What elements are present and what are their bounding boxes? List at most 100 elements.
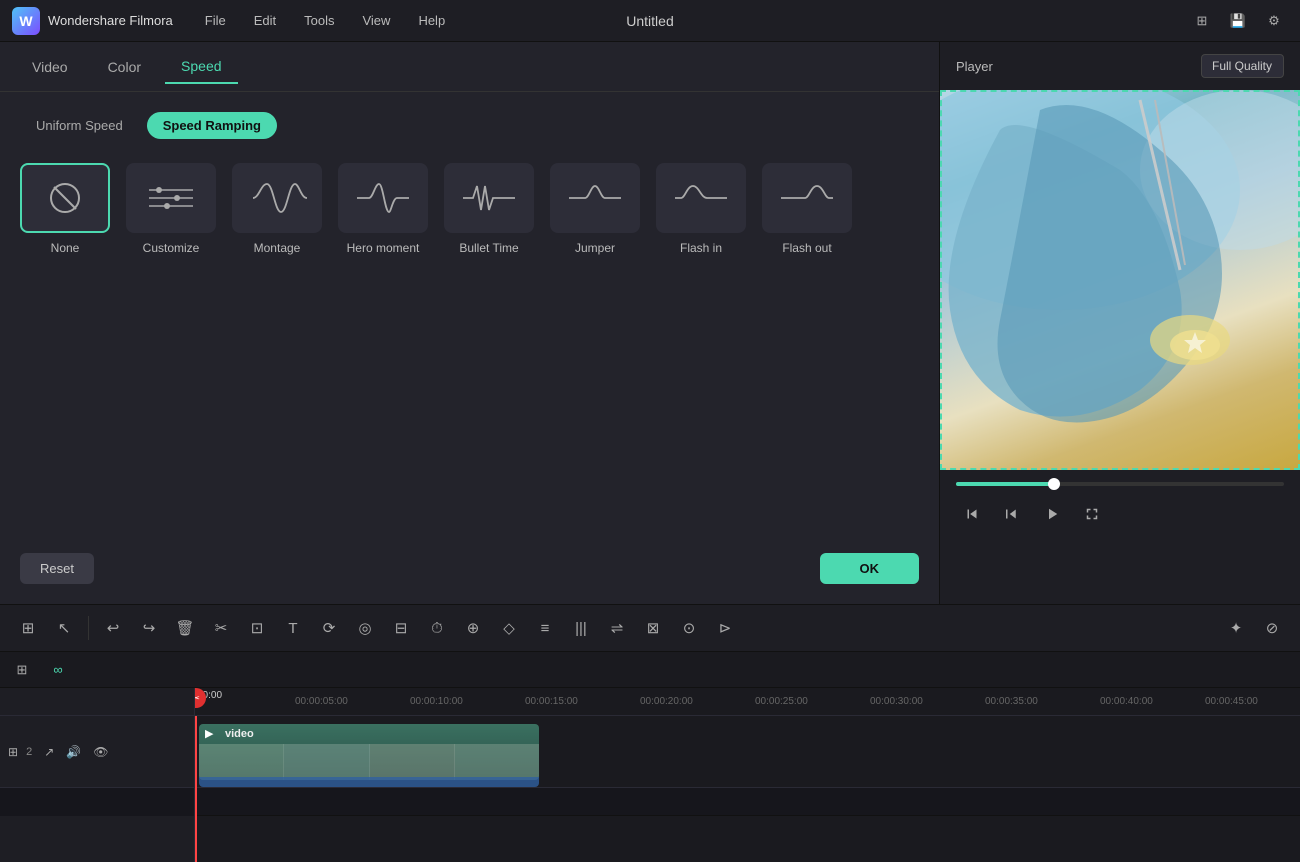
tool-bars[interactable]: ||| xyxy=(565,612,597,644)
tool-diamond[interactable]: ◇ xyxy=(493,612,525,644)
preset-jumper[interactable]: Jumper xyxy=(550,163,640,257)
preset-hero-box[interactable] xyxy=(338,163,428,233)
clip-play-icon: ▶ xyxy=(205,727,213,740)
tool-levels[interactable]: ≡ xyxy=(529,612,561,644)
timeline-body: ⊞ 2 ↗ 🔊 👁 00:00 00:00:05:00 00:00:10:00 … xyxy=(0,688,1300,862)
rewind-button[interactable] xyxy=(956,498,988,530)
tab-speed[interactable]: Speed xyxy=(165,50,237,84)
speed-tabs: Uniform Speed Speed Ramping xyxy=(20,112,919,139)
tab-color[interactable]: Color xyxy=(92,51,157,83)
timeline-track-area: 00:00 00:00:05:00 00:00:10:00 00:00:15:0… xyxy=(195,688,1300,862)
track-labels: ⊞ 2 ↗ 🔊 👁 xyxy=(0,688,195,862)
tool-add[interactable]: ⊕ xyxy=(457,612,489,644)
main-content: Video Color Speed Uniform Speed Speed Ra… xyxy=(0,42,1300,604)
preset-flash-out-label: Flash out xyxy=(782,241,831,257)
toolbar-right: ✦ ⊘ xyxy=(1220,612,1288,644)
track-row-2 xyxy=(195,788,1300,816)
preset-jumper-box[interactable] xyxy=(550,163,640,233)
video-clip[interactable]: video ▶ xyxy=(199,724,539,780)
tool-sparkle[interactable]: ✦ xyxy=(1220,612,1252,644)
track-bottom-label xyxy=(0,788,194,816)
tool-target[interactable]: ⊙ xyxy=(673,612,705,644)
progress-bar[interactable] xyxy=(956,482,1284,486)
tool-circle[interactable]: ◎ xyxy=(349,612,381,644)
timeline-add[interactable]: ⊞ xyxy=(8,656,36,684)
preset-flash-in[interactable]: Flash in xyxy=(656,163,746,257)
menu-edit[interactable]: Edit xyxy=(242,7,288,34)
preset-flash-out-box[interactable] xyxy=(762,163,852,233)
tool-rotate[interactable]: ⟳ xyxy=(313,612,345,644)
tool-redo[interactable]: ↪ xyxy=(133,612,165,644)
tab-video[interactable]: Video xyxy=(16,51,84,83)
tool-select[interactable]: ↖ xyxy=(48,612,80,644)
tool-swap[interactable]: ⇌ xyxy=(601,612,633,644)
preset-flash-out[interactable]: Flash out xyxy=(762,163,852,257)
playhead-line: ✂ xyxy=(195,716,197,862)
timeline-link[interactable]: ∞ xyxy=(44,656,72,684)
preset-montage-box[interactable] xyxy=(232,163,322,233)
preset-flash-in-box[interactable] xyxy=(656,163,746,233)
preset-montage-label: Montage xyxy=(254,241,301,257)
track-rows: ✂ video ▶ xyxy=(195,716,1300,862)
track-count-label: 2 xyxy=(26,746,32,758)
settings-icon[interactable]: ⚙ xyxy=(1260,7,1288,35)
playhead-circle: ✂ xyxy=(195,688,206,708)
tool-settings-right[interactable]: ⊘ xyxy=(1256,612,1288,644)
video-frame xyxy=(940,90,1300,470)
tool-play-small[interactable]: ⊳ xyxy=(709,612,741,644)
menu-tools[interactable]: Tools xyxy=(292,7,346,34)
tool-crop[interactable]: ⊡ xyxy=(241,612,273,644)
timeline-header: ⊞ ∞ xyxy=(0,652,1300,688)
preset-customize[interactable]: Customize xyxy=(126,163,216,257)
preset-none-box[interactable] xyxy=(20,163,110,233)
tool-timer[interactable]: ⏱ xyxy=(421,612,453,644)
preset-customize-box[interactable] xyxy=(126,163,216,233)
tool-undo[interactable]: ↩ xyxy=(97,612,129,644)
track-volume-icon: 🔊 xyxy=(66,745,81,759)
tool-delete[interactable]: 🗑 xyxy=(169,612,201,644)
quality-dropdown[interactable]: Full Quality 1/2 Quality 1/4 Quality xyxy=(1201,54,1284,78)
project-title: Untitled xyxy=(626,13,673,29)
ruler-spacer xyxy=(0,688,194,716)
preset-none[interactable]: None xyxy=(20,163,110,257)
menu-help[interactable]: Help xyxy=(406,7,457,34)
uniform-speed-tab[interactable]: Uniform Speed xyxy=(20,112,139,139)
thumb-4 xyxy=(455,744,539,780)
preset-grid: None Customize xyxy=(20,163,919,257)
tool-box[interactable]: ⊠ xyxy=(637,612,669,644)
tool-minus[interactable]: ⊟ xyxy=(385,612,417,644)
step-back-button[interactable] xyxy=(996,498,1028,530)
ok-button[interactable]: OK xyxy=(820,553,920,584)
thumb-2 xyxy=(284,744,369,780)
preset-bullet[interactable]: Bullet Time xyxy=(444,163,534,257)
track-count-icon: ⊞ xyxy=(8,745,18,759)
speed-ramping-tab[interactable]: Speed Ramping xyxy=(147,112,277,139)
player-video xyxy=(940,90,1300,470)
track-label-row: ⊞ 2 ↗ 🔊 👁 xyxy=(0,716,194,788)
reset-button[interactable]: Reset xyxy=(20,553,94,584)
tool-text[interactable]: T xyxy=(277,612,309,644)
app-logo: W Wondershare Filmora xyxy=(12,7,173,35)
control-buttons xyxy=(956,494,1284,534)
tool-sep-1 xyxy=(88,616,89,640)
ruler-25s: 00:00:25:00 xyxy=(755,696,808,707)
thumb-3 xyxy=(370,744,455,780)
fullscreen-button[interactable] xyxy=(1076,498,1108,530)
preset-bullet-box[interactable] xyxy=(444,163,534,233)
menu-bar: W Wondershare Filmora File Edit Tools Vi… xyxy=(0,0,1300,42)
app-title: Wondershare Filmora xyxy=(48,13,173,28)
clip-label: video xyxy=(225,728,254,740)
play-button[interactable] xyxy=(1036,498,1068,530)
menu-file[interactable]: File xyxy=(193,7,238,34)
save-icon[interactable]: 💾 xyxy=(1224,7,1252,35)
tool-grid[interactable]: ⊞ xyxy=(12,612,44,644)
timeline-ruler: 00:00 00:00:05:00 00:00:10:00 00:00:15:0… xyxy=(195,688,1300,716)
tool-cut[interactable]: ✂ xyxy=(205,612,237,644)
track-folder-icon: ↗ xyxy=(44,745,54,759)
preset-hero[interactable]: Hero moment xyxy=(338,163,428,257)
video-track-row: video ▶ xyxy=(195,716,1300,788)
menu-view[interactable]: View xyxy=(350,7,402,34)
preset-montage[interactable]: Montage xyxy=(232,163,322,257)
progress-thumb xyxy=(1048,478,1060,490)
layout-icon[interactable]: ⊞ xyxy=(1188,7,1216,35)
